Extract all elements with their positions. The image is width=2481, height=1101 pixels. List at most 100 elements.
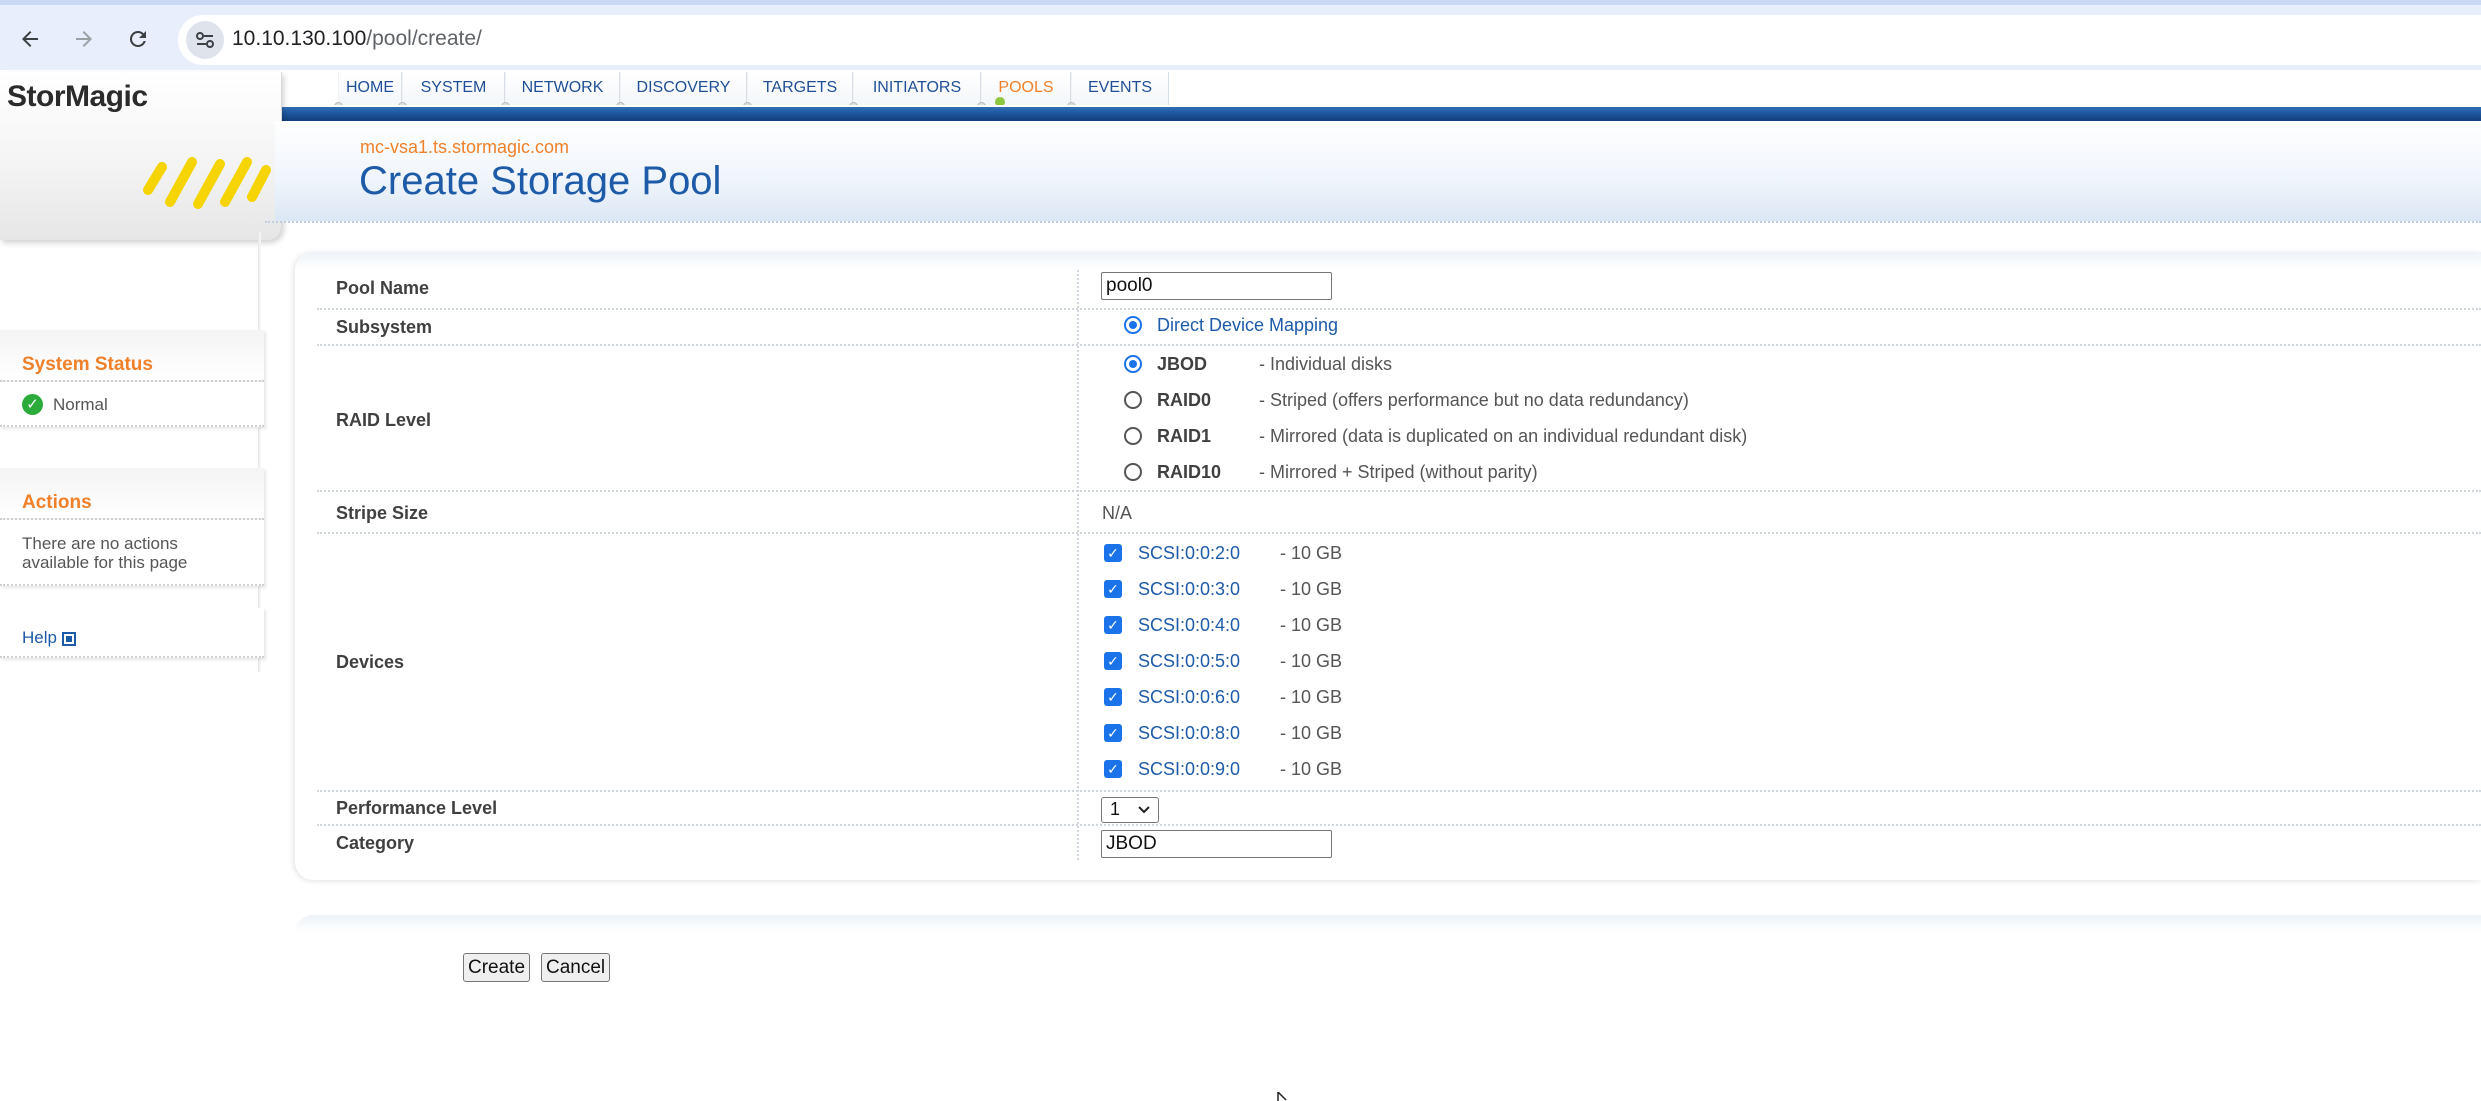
performance-level-label: Performance Level [336, 798, 498, 818]
device-checkbox[interactable]: ✓ [1104, 580, 1122, 598]
panel-header: Actions [0, 468, 264, 520]
tab-events[interactable]: EVENTS [1067, 72, 1169, 111]
device-size: - 10 GB [1280, 651, 1343, 671]
brand-swoosh-graphic [143, 157, 271, 209]
raid-desc: - Individual disks [1259, 354, 1393, 374]
panel-body: There are no actions available for this … [0, 520, 264, 584]
back-arrow-icon [22, 31, 38, 47]
raid-radio-raid1[interactable] [1124, 427, 1142, 445]
url-text[interactable]: 10.10.130.100/pool/create/ [232, 27, 482, 51]
panel-body: Help [0, 608, 264, 657]
tab-initiators[interactable]: INITIATORS [849, 72, 981, 111]
raid-desc: - Mirrored + Striped (without parity) [1259, 462, 1538, 482]
tab-system[interactable]: SYSTEM [398, 72, 505, 111]
device-link[interactable]: SCSI:0:0:8:0 [1138, 723, 1240, 744]
header-divider [265, 221, 2481, 223]
raid-radio-raid0[interactable] [1124, 391, 1142, 409]
device-checkbox[interactable]: ✓ [1104, 688, 1122, 706]
create-button[interactable]: Create [463, 953, 531, 982]
device-size: - 10 GB [1280, 543, 1343, 563]
column-separator [1077, 270, 1079, 860]
form-actions [295, 915, 2481, 1101]
tab-label: SYSTEM [420, 79, 487, 96]
performance-level-row: Performance Level [317, 792, 2481, 826]
device-link[interactable]: SCSI:0:0:9:0 [1138, 759, 1240, 780]
url-path: /pool/create/ [366, 27, 482, 50]
main-navigation: HOME SYSTEM NETWORK DISCOVERY TARGETS IN… [282, 72, 2481, 111]
tab-label: NETWORK [521, 79, 604, 96]
device-link[interactable]: SCSI:0:0:2:0 [1138, 543, 1240, 564]
raid-level-label: RAID Level [336, 410, 432, 430]
actions-text: There are no actions available for this … [22, 534, 188, 572]
help-panel: Help [0, 608, 264, 658]
raid-name: RAID1 [1157, 426, 1212, 446]
sidebar-edge [258, 232, 261, 672]
status-value: Normal [53, 395, 108, 414]
brand-logo: StorMagic [7, 80, 148, 113]
panel-header: System Status [0, 330, 264, 382]
site-info-button[interactable] [186, 21, 224, 59]
tab-label: INITIATORS [872, 79, 962, 96]
device-size: - 10 GB [1280, 615, 1343, 635]
subsystem-radio[interactable] [1124, 316, 1142, 334]
select-value: 1 [1110, 799, 1121, 819]
host-name: mc-vsa1.ts.stormagic.com [360, 137, 570, 157]
tab-discovery[interactable]: DISCOVERY [616, 72, 747, 111]
raid-name: RAID0 [1157, 390, 1212, 410]
tab-label: TARGETS [762, 79, 838, 96]
raid-radio-raid10[interactable] [1124, 463, 1142, 481]
device-link[interactable]: SCSI:0:0:5:0 [1138, 651, 1240, 672]
tab-network[interactable]: NETWORK [501, 72, 620, 111]
cancel-button[interactable]: Cancel [541, 953, 611, 982]
stripe-size-label: Stripe Size [336, 503, 429, 523]
device-checkbox[interactable]: ✓ [1104, 652, 1122, 670]
device-checkbox[interactable]: ✓ [1104, 760, 1122, 778]
system-status-panel: System Status ✓ Normal [0, 330, 264, 427]
device-link[interactable]: SCSI:0:0:3:0 [1138, 579, 1240, 600]
device-size: - 10 GB [1280, 723, 1343, 743]
browser-toolbar: 10.10.130.100/pool/create/ [0, 0, 2481, 70]
device-link[interactable]: SCSI:0:0:4:0 [1138, 615, 1240, 636]
stripe-size-row: Stripe Size [317, 492, 2481, 534]
forward-arrow-icon [76, 31, 92, 47]
tab-label: POOLS [998, 79, 1054, 96]
pool-name-input[interactable] [1101, 272, 1332, 300]
nav-stripe [282, 105, 2481, 121]
performance-level-select[interactable]: 1 [1101, 797, 1159, 823]
panel-body: ✓ Normal [0, 382, 264, 425]
external-link-icon [61, 632, 76, 646]
tab-targets[interactable]: TARGETS [743, 72, 853, 111]
category-input[interactable] [1101, 830, 1332, 858]
subsystem-value: Direct Device Mapping [1157, 315, 1339, 335]
help-link[interactable]: Help [22, 628, 57, 647]
device-checkbox[interactable]: ✓ [1104, 544, 1122, 562]
back-button[interactable] [10, 19, 50, 59]
check-circle-icon: ✓ [22, 394, 43, 415]
device-size: - 10 GB [1280, 759, 1343, 779]
subsystem-row: Subsystem [317, 310, 2481, 346]
device-checkbox[interactable]: ✓ [1104, 724, 1122, 742]
tab-label: DISCOVERY [636, 79, 731, 96]
raid-desc: - Striped (offers performance but no dat… [1259, 390, 1689, 410]
mouse-cursor-icon [1277, 1092, 1287, 1101]
reload-button[interactable] [118, 19, 158, 59]
actions-panel: Actions There are no actions available f… [0, 468, 264, 586]
devices-row: Devices [317, 534, 2481, 792]
subsystem-label: Subsystem [336, 317, 433, 337]
forward-button[interactable] [64, 19, 104, 59]
raid-desc: - Mirrored (data is duplicated on an ind… [1259, 426, 1748, 446]
device-link[interactable]: SCSI:0:0:6:0 [1138, 687, 1240, 708]
tab-label: EVENTS [1087, 79, 1152, 96]
reload-icon [129, 30, 146, 47]
url-host: 10.10.130.100 [232, 27, 367, 50]
logo-area: StorMagic [0, 72, 282, 240]
address-bar[interactable]: 10.10.130.100/pool/create/ [178, 15, 2481, 65]
raid-radio-jbod[interactable] [1124, 355, 1142, 373]
device-checkbox[interactable]: ✓ [1104, 616, 1122, 634]
category-row: Category [317, 826, 2481, 860]
pool-name-row: Pool Name [317, 270, 2481, 310]
panel-title: System Status [22, 354, 153, 375]
panel-title: Actions [22, 492, 92, 513]
tab-home[interactable]: HOME [334, 72, 402, 111]
devices-label: Devices [336, 652, 405, 672]
